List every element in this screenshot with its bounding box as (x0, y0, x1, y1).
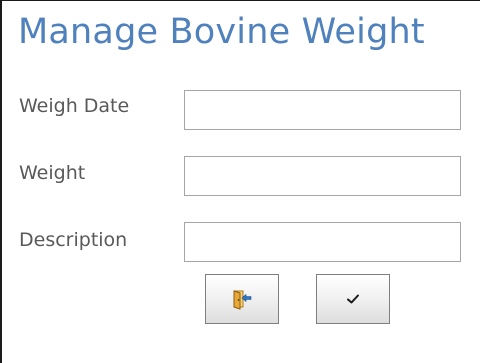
weight-field[interactable] (184, 156, 461, 196)
save-button[interactable] (316, 274, 390, 324)
weigh-date-label: Weigh Date (19, 95, 130, 117)
weight-label: Weight (19, 162, 86, 184)
checkmark-icon (347, 294, 359, 304)
exit-door-icon (233, 290, 252, 310)
description-label: Description (19, 229, 128, 251)
form-title: Manage Bovine Weight (18, 12, 425, 52)
form-window: Manage Bovine Weight Weigh Date Weight D… (0, 0, 480, 363)
close-form-button[interactable] (205, 274, 279, 324)
weigh-date-field[interactable] (184, 90, 461, 130)
description-field[interactable] (184, 222, 461, 262)
